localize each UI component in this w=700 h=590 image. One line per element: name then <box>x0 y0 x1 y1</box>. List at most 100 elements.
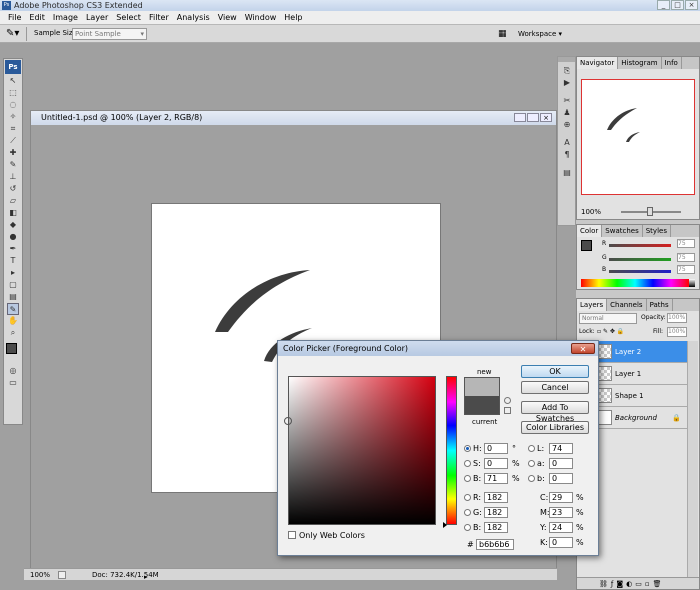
tab-paths[interactable]: Paths <box>647 299 673 311</box>
channel-r-slider[interactable] <box>609 244 671 247</box>
brightness-radio[interactable] <box>464 475 471 482</box>
close-icon[interactable]: × <box>540 113 552 122</box>
add-to-swatches-button[interactable]: Add To Swatches <box>521 401 589 423</box>
navigator-zoom[interactable]: 100% <box>581 208 601 216</box>
layer-comps-panel-icon[interactable]: ▤ <box>561 167 573 179</box>
tab-info[interactable]: Info <box>662 57 682 69</box>
menu-image[interactable]: Image <box>49 11 82 24</box>
lab-a-input[interactable]: 0 <box>549 458 573 469</box>
zoom-tool-icon[interactable]: ⌕ <box>7 327 19 339</box>
fill-value[interactable]: 100% <box>667 327 687 337</box>
channel-g-slider[interactable] <box>609 258 671 261</box>
cancel-button[interactable]: Cancel <box>521 381 589 394</box>
dodge-tool-icon[interactable]: ● <box>7 231 19 243</box>
slice-tool-icon[interactable]: ⟋ <box>7 135 19 147</box>
sample-size-select[interactable]: Point Sample ▾ <box>72 28 147 40</box>
menu-window[interactable]: Window <box>241 11 281 24</box>
status-arrow-icon[interactable]: ▸ <box>144 571 148 583</box>
channel-g-value[interactable]: 75 <box>677 253 695 262</box>
menu-help[interactable]: Help <box>280 11 306 24</box>
close-icon[interactable]: ✕ <box>571 343 595 354</box>
blue-input[interactable]: 182 <box>484 522 508 533</box>
opacity-value[interactable]: 100% <box>667 313 687 323</box>
color-field[interactable] <box>284 376 436 525</box>
green-input[interactable]: 182 <box>484 507 508 518</box>
link-layers-icon[interactable]: ⛓ <box>599 580 611 588</box>
lab-b-radio[interactable] <box>528 475 535 482</box>
healing-brush-tool-icon[interactable]: ✚ <box>7 147 19 159</box>
maximize-icon[interactable]: □ <box>671 0 684 10</box>
yellow-input[interactable]: 24 <box>549 522 573 533</box>
black-input[interactable]: 0 <box>549 537 573 548</box>
palette-well-icon[interactable]: ▦ <box>498 28 512 40</box>
channel-b-slider[interactable] <box>609 270 671 273</box>
lab-l-input[interactable]: 74 <box>549 443 573 454</box>
hue-input[interactable]: 0 <box>484 443 508 454</box>
magic-wand-tool-icon[interactable]: ✧ <box>7 111 19 123</box>
menu-select[interactable]: Select <box>112 11 145 24</box>
character-panel-icon[interactable]: A <box>561 137 573 149</box>
hand-tool-icon[interactable]: ✋ <box>7 315 19 327</box>
clone-source-panel-icon[interactable]: ⊕ <box>561 119 573 131</box>
menu-view[interactable]: View <box>214 11 241 24</box>
shape-tool-icon[interactable]: ▢ <box>7 279 19 291</box>
quick-mask-icon[interactable]: ◎ <box>7 365 19 377</box>
current-color-swatch[interactable] <box>464 396 500 415</box>
brushes-panel-icon[interactable]: ♟ <box>561 107 573 119</box>
workspace-button[interactable]: Workspace ▾ <box>518 28 562 40</box>
menu-analysis[interactable]: Analysis <box>173 11 214 24</box>
tab-histogram[interactable]: Histogram <box>618 57 662 69</box>
adjustment-layer-icon[interactable]: ◐ <box>626 580 635 588</box>
actions-panel-icon[interactable]: ▶ <box>561 77 573 89</box>
paragraph-panel-icon[interactable]: ¶ <box>561 149 573 161</box>
navigator-slider-thumb[interactable] <box>647 207 653 216</box>
layers-scrollbar[interactable] <box>687 341 698 581</box>
cyan-input[interactable]: 29 <box>549 492 573 503</box>
saturation-radio[interactable] <box>464 460 471 467</box>
menu-layer[interactable]: Layer <box>82 11 112 24</box>
history-brush-tool-icon[interactable]: ↺ <box>7 183 19 195</box>
only-web-colors-checkbox[interactable] <box>288 531 296 539</box>
gradient-tool-icon[interactable]: ◧ <box>7 207 19 219</box>
color-libraries-button[interactable]: Color Libraries <box>521 421 589 434</box>
color-ramp[interactable] <box>581 279 689 287</box>
channel-b-value[interactable]: 75 <box>677 265 695 274</box>
tab-swatches[interactable]: Swatches <box>602 225 643 237</box>
navigator-preview[interactable] <box>581 79 695 195</box>
new-layer-icon[interactable]: ▫ <box>645 580 653 588</box>
zoom-level[interactable]: 100% <box>30 569 50 581</box>
web-safe-icon[interactable] <box>504 407 511 414</box>
color-field-cursor[interactable] <box>284 417 292 425</box>
menu-edit[interactable]: Edit <box>25 11 49 24</box>
layer-mask-icon[interactable]: ◙ <box>616 580 626 588</box>
path-selection-tool-icon[interactable]: ▸ <box>7 267 19 279</box>
tab-styles[interactable]: Styles <box>643 225 671 237</box>
hex-input[interactable]: b6b6b6 <box>476 539 514 550</box>
hue-radio[interactable] <box>464 445 471 452</box>
lasso-tool-icon[interactable]: ◌ <box>7 99 19 111</box>
minimize-icon[interactable]: _ <box>657 0 670 10</box>
marquee-tool-icon[interactable]: ⬚ <box>7 87 19 99</box>
close-icon[interactable]: × <box>685 0 698 10</box>
ok-button[interactable]: OK <box>521 365 589 378</box>
brightness-input[interactable]: 71 <box>484 473 508 484</box>
green-radio[interactable] <box>464 509 471 516</box>
menu-filter[interactable]: Filter <box>145 11 173 24</box>
tab-layers[interactable]: Layers <box>577 299 608 311</box>
type-tool-icon[interactable]: T <box>7 255 19 267</box>
eyedropper-tool-icon[interactable]: ✎ <box>7 303 19 315</box>
lab-b-input[interactable]: 0 <box>549 473 573 484</box>
minimize-icon[interactable] <box>514 113 526 122</box>
eyedropper-icon[interactable]: ✎▾ <box>6 28 26 40</box>
out-of-gamut-icon[interactable] <box>504 397 511 404</box>
blue-radio[interactable] <box>464 524 471 531</box>
status-menu-icon[interactable] <box>58 571 66 579</box>
pen-tool-icon[interactable]: ✒ <box>7 243 19 255</box>
tool-presets-panel-icon[interactable]: ✂ <box>561 95 573 107</box>
maximize-icon[interactable] <box>527 113 539 122</box>
blur-tool-icon[interactable]: ◆ <box>7 219 19 231</box>
delete-layer-icon[interactable]: 🗑 <box>653 580 665 588</box>
magenta-input[interactable]: 23 <box>549 507 573 518</box>
lock-icons[interactable]: ▫ ✎ ✥ 🔒 <box>597 328 624 335</box>
tab-channels[interactable]: Channels <box>607 299 647 311</box>
